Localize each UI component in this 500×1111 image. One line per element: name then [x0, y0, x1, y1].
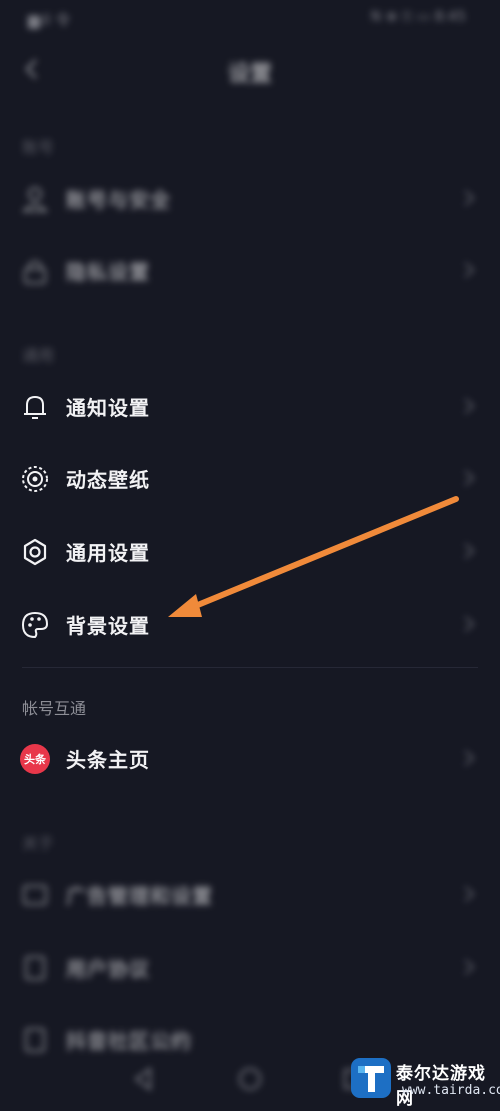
settings-item-label: 背景设置	[66, 614, 150, 638]
settings-item-label: 通知设置	[66, 396, 150, 420]
settings-item-account-security[interactable]: 账号与安全	[0, 162, 500, 234]
settings-item-label: 头条主页	[66, 748, 150, 772]
chevron-right-icon	[464, 190, 475, 206]
settings-item-privacy[interactable]: 隐私设置	[0, 234, 500, 306]
page-title: 设置	[227, 62, 272, 87]
document-icon	[25, 956, 45, 980]
chevron-right-icon	[464, 398, 475, 414]
bell-icon	[24, 395, 46, 419]
lock-icon	[24, 260, 46, 284]
user-icon	[21, 187, 49, 212]
settings-item-toutiao[interactable]: 头条 头条主页	[0, 722, 500, 794]
chevron-right-icon	[464, 750, 475, 766]
toutiao-logo-icon: 头条	[20, 744, 50, 774]
section-divider	[22, 667, 478, 668]
live-wallpaper-icon	[22, 466, 48, 492]
toutiao-badge-text: 头条	[24, 753, 46, 766]
section-label-about: 关于	[22, 834, 55, 853]
section-label-account: 账号	[22, 138, 55, 157]
settings-item-label: 隐私设置	[66, 260, 150, 284]
watermark-url: www.tairda.com	[402, 1083, 500, 1098]
settings-item-label: 账号与安全	[66, 188, 171, 212]
palette-icon	[21, 611, 49, 639]
chevron-right-icon	[464, 262, 475, 278]
settings-item-label: 通用设置	[66, 541, 150, 565]
settings-item-general[interactable]: 通用设置	[0, 515, 500, 587]
settings-item-notifications[interactable]: 通知设置	[0, 370, 500, 442]
signal-wifi-indicators: ▆ᵢll 令	[28, 11, 71, 29]
section-label-linked-accounts: 帐号互通	[22, 699, 87, 718]
section-label-general: 通用	[22, 346, 55, 365]
chevron-right-icon	[464, 959, 475, 975]
chevron-right-icon	[464, 543, 475, 559]
top-bar: 设置	[0, 40, 500, 100]
chevron-right-icon	[464, 886, 475, 902]
settings-item-label: 用户协议	[66, 957, 150, 981]
watermark-logo-icon	[351, 1058, 391, 1098]
settings-item-label: 动态壁纸	[66, 468, 150, 492]
gear-icon	[23, 538, 47, 566]
system-indicators: N ⊕ ⚿ ▭ 8:45	[370, 9, 466, 25]
settings-item-label: 广告管理和设置	[66, 884, 213, 908]
settings-item-user-agreement[interactable]: 用户协议	[0, 931, 500, 1003]
site-watermark: 泰尔达游戏网 www.tairda.com	[350, 1053, 500, 1109]
status-bar: ▆ᵢll 令 N ⊕ ⚿ ▭ 8:45	[0, 0, 500, 36]
chevron-right-icon	[464, 470, 475, 486]
chevron-right-icon	[464, 616, 475, 632]
settings-item-live-wallpaper[interactable]: 动态壁纸	[0, 442, 500, 514]
settings-item-ads[interactable]: 广告管理和设置	[0, 858, 500, 930]
settings-item-background[interactable]: 背景设置	[0, 588, 500, 660]
back-triangle-icon[interactable]	[130, 1065, 158, 1093]
home-circle-icon[interactable]	[236, 1065, 264, 1093]
ad-icon	[23, 885, 47, 905]
